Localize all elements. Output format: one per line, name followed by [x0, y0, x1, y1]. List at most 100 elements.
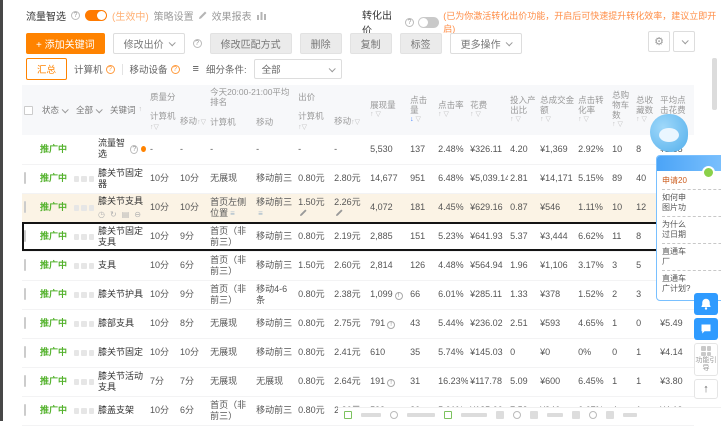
bid-mobile[interactable]: 2.64元: [332, 367, 369, 397]
scope-filter[interactable]: 全部: [76, 105, 103, 115]
bid-mobile[interactable]: 2.26元: [332, 193, 369, 223]
keyword[interactable]: 支具: [98, 260, 146, 271]
status-filter[interactable]: 状态: [42, 105, 69, 115]
favorites: 12: [634, 193, 659, 223]
col-cart[interactable]: 总购物车数 ↑ ▽: [610, 85, 635, 135]
bid-mobile[interactable]: 2.80元: [332, 164, 369, 194]
row-checkbox[interactable]: [24, 230, 26, 242]
row-checkbox[interactable]: [24, 346, 26, 358]
rank-pc: 首页（非前三）: [208, 222, 255, 252]
help-icon[interactable]: ?: [192, 38, 202, 48]
bid-mobile[interactable]: 2.19元: [332, 222, 369, 252]
strategy-settings-link[interactable]: 策略设置: [154, 8, 194, 23]
bid-pc[interactable]: 0.80元: [296, 280, 333, 310]
col-cost[interactable]: 花费 ↑ ▽: [468, 85, 509, 135]
tab-pc[interactable]: 计算机?: [74, 62, 115, 76]
col-cvr[interactable]: 点击转化率 ↑ ▽: [576, 85, 611, 135]
row-checkbox[interactable]: [24, 172, 26, 184]
rank-mobile: 移动前三: [254, 251, 297, 281]
info-icon[interactable]: !: [394, 292, 403, 300]
bid-mobile[interactable]: 2.38元: [332, 280, 369, 310]
rank-trend-icon[interactable]: ≡: [230, 209, 235, 218]
segment-filter-select[interactable]: 全部: [253, 59, 342, 79]
col-gmv[interactable]: 总成交金额 ↑ ▽: [538, 85, 577, 135]
keyword[interactable]: 流量智选?: [98, 138, 147, 160]
row-checkbox[interactable]: [24, 375, 26, 387]
rank-pc: 首页左侧位置 ≡: [208, 193, 255, 223]
bid-pc[interactable]: 0.80元: [296, 222, 333, 252]
help-panel-item[interactable]: 直通车厂: [662, 244, 721, 271]
copy-button[interactable]: 复制: [349, 32, 392, 54]
gear-icon[interactable]: ⚙: [648, 31, 670, 52]
bid-pc[interactable]: 0.80元: [296, 338, 333, 368]
assistant-mascot[interactable]: [650, 114, 688, 152]
row-checkbox[interactable]: [24, 259, 26, 271]
feature-guide-button[interactable]: 功能引导: [694, 343, 718, 376]
sub-quality-mobile[interactable]: 移动↑▽: [178, 109, 209, 135]
info-icon[interactable]: !: [387, 321, 396, 329]
table-row: 推广中 膝关节护具 10分 9分 首页（非前三） 移动4-6条 0.80元 2.38元 1,09…: [22, 280, 695, 310]
row-checkbox[interactable]: [24, 317, 26, 329]
keyword-flag-icons: [74, 320, 94, 327]
sub-bid-mobile[interactable]: 移动↑▽: [332, 109, 369, 135]
sub-bid-pc[interactable]: 计算机↑▽: [296, 109, 333, 135]
help-panel-item[interactable]: 为什么 过日期: [662, 217, 721, 244]
rank-trend-icon[interactable]: ≡: [258, 209, 263, 218]
bid-pc[interactable]: 1.50元: [296, 251, 333, 281]
help-panel-item[interactable]: 如何申 图片功: [662, 190, 721, 217]
bid-pc[interactable]: -: [296, 135, 333, 165]
modify-bid-select[interactable]: 修改出价: [112, 32, 185, 54]
cvr: 2.92%: [576, 135, 611, 165]
keyword[interactable]: 膝关节固定支具: [98, 226, 146, 248]
keyword[interactable]: 膝关节活动支具: [98, 371, 146, 393]
keyword[interactable]: 膝关节护具: [98, 289, 146, 300]
row-checkbox[interactable]: [24, 201, 26, 213]
bid-pc[interactable]: 0.80元: [296, 367, 333, 397]
add-keyword-button[interactable]: + 添加关键词: [26, 32, 105, 54]
scrollbar-thumb[interactable]: [712, 58, 717, 110]
help-icon[interactable]: ?: [404, 17, 414, 27]
keyword[interactable]: 膝关节固定: [98, 347, 146, 358]
keyword[interactable]: 膝关节固定器: [98, 168, 146, 190]
help-icon[interactable]: ?: [130, 144, 139, 154]
cost: ¥117.78: [468, 367, 509, 397]
notification-button[interactable]: [694, 293, 718, 315]
edit-pencil-icon[interactable]: [336, 208, 343, 216]
chat-button[interactable]: [694, 318, 718, 340]
back-to-top-button[interactable]: ↑: [694, 379, 718, 399]
flow-smart-toggle[interactable]: [85, 9, 107, 21]
cart-adds: 2: [610, 280, 635, 310]
tag-button[interactable]: 标签: [399, 32, 442, 54]
sub-quality-pc[interactable]: 计算机↑▽: [148, 109, 179, 135]
bid-pc[interactable]: 0.80元: [296, 309, 333, 339]
bid-mobile[interactable]: 2.60元: [332, 251, 369, 281]
keyword-action-icons[interactable]: ◷ ↻ ▤ ⊖: [98, 209, 146, 220]
col-impressions[interactable]: 展现量 ↑ ▽: [368, 85, 409, 135]
keyword[interactable]: 膝盖支架: [98, 405, 146, 416]
report-link[interactable]: 效果报表: [212, 8, 252, 23]
col-ctr[interactable]: 点击率 ↑ ▽: [436, 85, 469, 135]
bid-pc[interactable]: 1.50元: [296, 193, 333, 223]
modify-match-button[interactable]: 修改匹配方式: [209, 32, 292, 54]
collapse-button[interactable]: [673, 31, 695, 52]
keyword-sort[interactable]: 关键词 ↑: [110, 105, 142, 115]
conversion-bid-toggle[interactable]: [417, 16, 440, 28]
bid-mobile[interactable]: -: [332, 135, 369, 165]
more-actions-button[interactable]: 更多操作: [449, 32, 522, 54]
bid-mobile[interactable]: 2.41元: [332, 338, 369, 368]
edit-pencil-icon[interactable]: [300, 208, 307, 216]
col-clicks[interactable]: 点击量 ↓ ▽: [408, 85, 437, 135]
tab-summary[interactable]: 汇总: [26, 58, 68, 80]
select-all-checkbox[interactable]: [24, 105, 33, 115]
keyword[interactable]: 膝关节支具: [98, 196, 146, 207]
bid-pc[interactable]: 0.80元: [296, 164, 333, 194]
bid-mobile[interactable]: 2.75元: [332, 309, 369, 339]
row-checkbox[interactable]: [24, 288, 26, 300]
tab-mobile[interactable]: 移动设备?: [130, 62, 180, 76]
col-roi[interactable]: 投入产出比 ↑ ▽: [508, 85, 539, 135]
row-checkbox[interactable]: [24, 404, 26, 416]
info-icon[interactable]: !: [387, 379, 396, 387]
delete-button[interactable]: 删除: [299, 32, 342, 54]
help-icon[interactable]: ?: [71, 10, 80, 20]
keyword[interactable]: 膝部支具: [98, 318, 146, 329]
